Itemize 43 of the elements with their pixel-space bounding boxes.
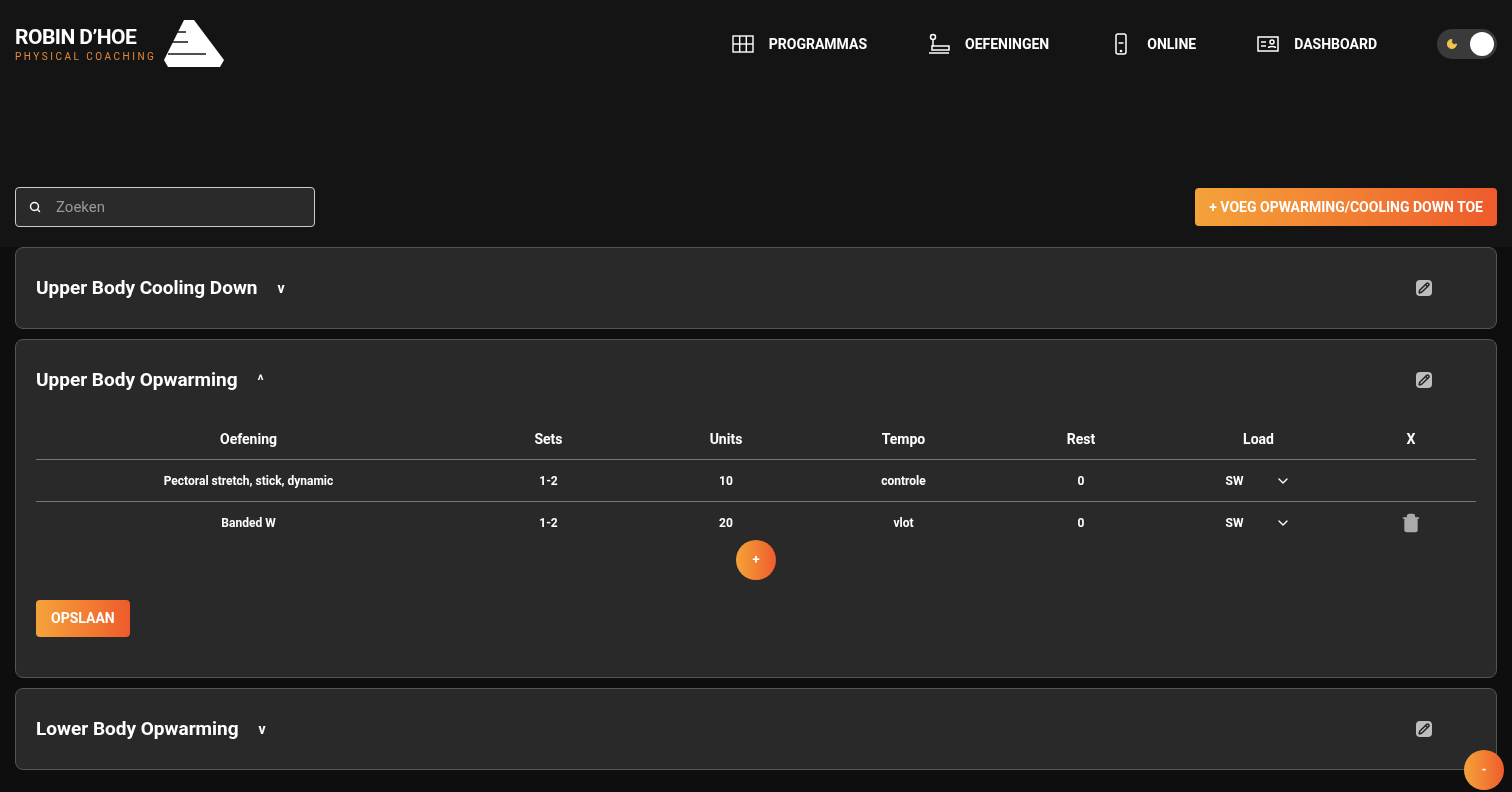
expand-toggle[interactable]: v bbox=[258, 718, 266, 740]
column-header: Tempo bbox=[880, 430, 927, 449]
table-cell-text: 0 bbox=[1076, 515, 1086, 532]
section-title: Lower Body Opwarming bbox=[36, 715, 239, 742]
table-cell-text: 1-2 bbox=[538, 515, 559, 532]
edit-icon[interactable] bbox=[1416, 372, 1432, 388]
edit-icon[interactable] bbox=[1416, 280, 1432, 296]
column-header: Units bbox=[708, 430, 744, 449]
table-cell-text: controle bbox=[880, 472, 927, 490]
switch-thumb bbox=[1470, 32, 1494, 56]
nav-link[interactable]: ONLINE bbox=[1109, 32, 1197, 56]
column-header: Sets bbox=[533, 430, 564, 449]
table-cell-text: Banded W bbox=[220, 515, 277, 532]
expand-toggle[interactable]: v bbox=[277, 277, 285, 299]
logo-name: ROBIN D’HOE bbox=[15, 26, 138, 48]
table-cell-text: 1-2 bbox=[538, 472, 559, 490]
column-header: Load bbox=[1242, 430, 1275, 449]
search-icon bbox=[29, 201, 41, 213]
column-header: Rest bbox=[1065, 430, 1097, 449]
nav-link[interactable]: PROGRAMMAS bbox=[730, 32, 867, 56]
theme-switch[interactable] bbox=[1437, 29, 1497, 59]
table-cell-text: Pectoral stretch, stick, dynamic bbox=[162, 472, 335, 490]
column-header: X bbox=[1405, 430, 1417, 449]
weight-bench-icon bbox=[927, 32, 951, 56]
nav-link[interactable]: OEFENINGEN bbox=[927, 32, 1050, 56]
expand-toggle[interactable]: ^ bbox=[257, 369, 264, 391]
column-header: Oefening bbox=[219, 430, 278, 449]
pyramid-logo-icon bbox=[164, 20, 225, 68]
table-cell-text: 0 bbox=[1076, 472, 1086, 490]
calendar-grid-icon bbox=[730, 32, 755, 56]
trash-icon[interactable] bbox=[1401, 513, 1421, 533]
table-cell-text: 20 bbox=[718, 515, 734, 532]
table-cell-text: 10 bbox=[718, 472, 734, 490]
search-field[interactable]: Zoeken bbox=[15, 187, 315, 227]
load-select[interactable]: SW bbox=[1225, 471, 1292, 490]
edit-icon[interactable] bbox=[1416, 721, 1432, 737]
load-select[interactable]: SW bbox=[1225, 514, 1292, 532]
section-title: Upper Body Opwarming bbox=[36, 366, 238, 393]
section-title: Upper Body Cooling Down bbox=[36, 274, 258, 301]
moon-icon bbox=[1446, 38, 1458, 50]
logo-tagline: PHYSICAL COACHING bbox=[15, 51, 157, 62]
nav-link[interactable]: DASHBOARD bbox=[1256, 32, 1377, 56]
table-cell-text: vlot bbox=[892, 515, 915, 532]
